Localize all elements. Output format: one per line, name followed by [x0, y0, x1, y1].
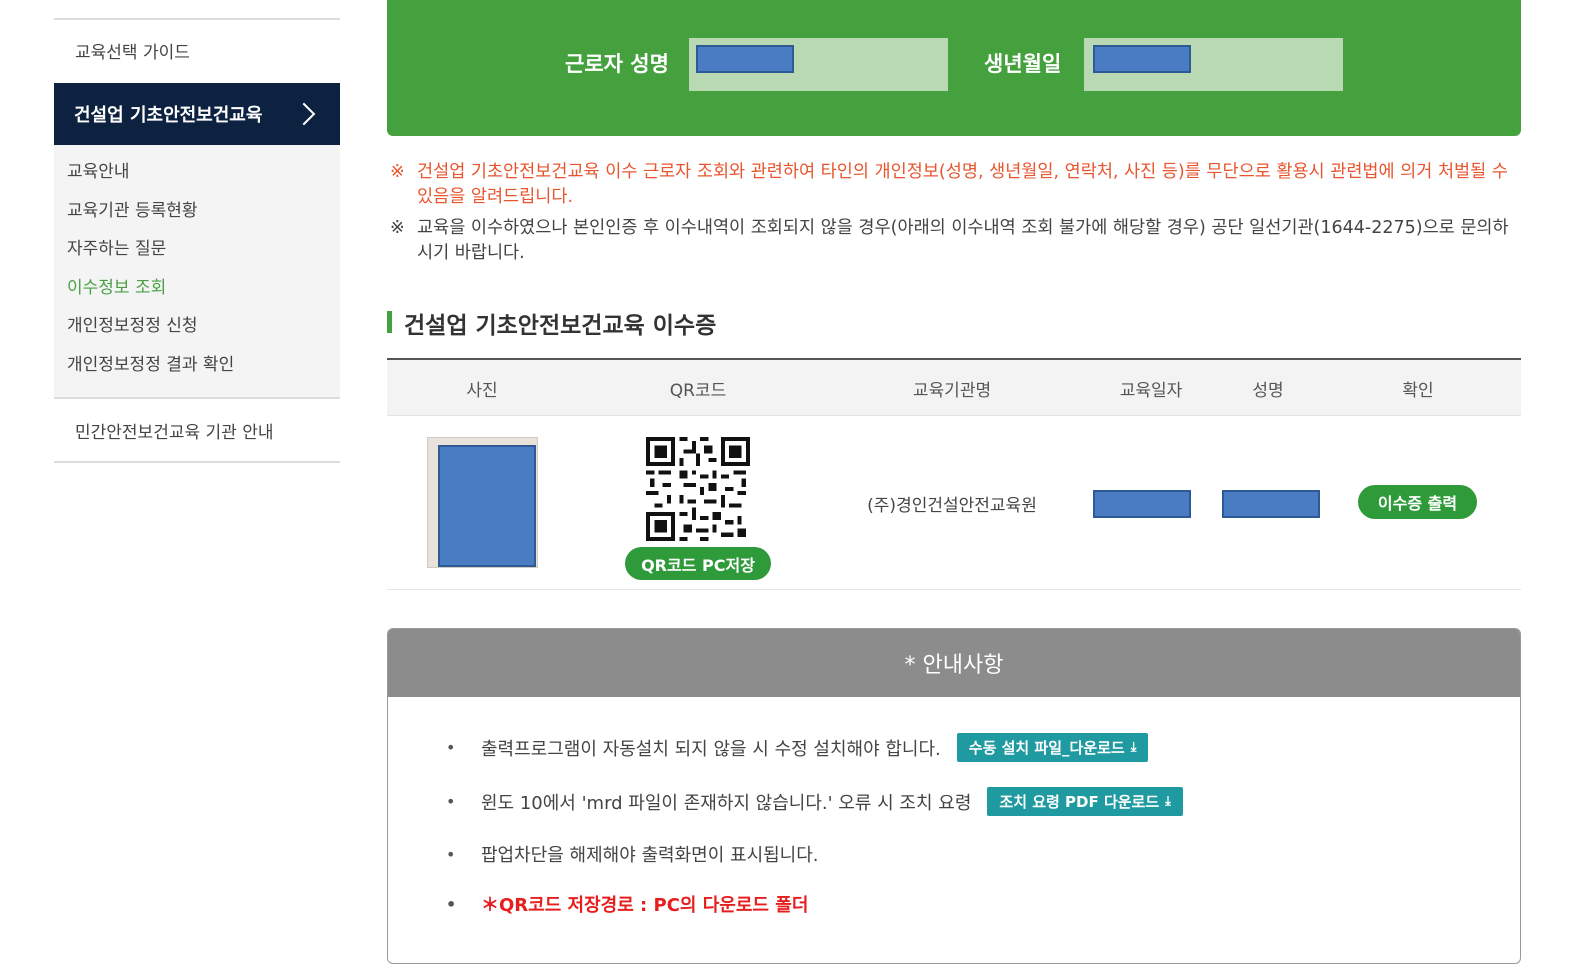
col-header-date: 교육일자 — [1119, 381, 1183, 401]
col-header-name: 성명 — [1252, 381, 1284, 401]
sidebar-item-correction-request[interactable]: 개인정보정정 신청 — [67, 313, 340, 352]
reference-mark: ※ — [390, 218, 405, 238]
inquiry-notice: ※ 교육을 이수하였으나 본인인증 후 이수내역이 조회되지 않을 경우(아래의… — [390, 216, 1520, 266]
bullet: • — [446, 844, 456, 864]
sidebar-submenu: 교육안내 교육기관 등록현황 자주하는 질문 이수정보 조회 개인정보정정 신청… — [54, 145, 340, 397]
download-icon: ⤓ — [1130, 740, 1137, 755]
reference-mark: ※ — [390, 162, 405, 182]
download-icon: ⤓ — [1165, 794, 1171, 809]
inquiry-notice-text: 교육을 이수하였으나 본인인증 후 이수내역이 조회되지 않을 경우(아래의 이… — [417, 218, 1509, 263]
redaction-box — [438, 445, 536, 567]
manual-install-download-button[interactable]: 수동 설치 파일_다운로드 ⤓ — [956, 733, 1149, 762]
guide-pdf-download-button[interactable]: 조치 요령 PDF 다운로드 ⤓ — [987, 787, 1183, 816]
redaction-box — [1093, 45, 1191, 73]
divider — [54, 18, 340, 20]
notice-item-highlight: • ＊QR코드 저장경로 : PC의 다운로드 폴더 — [446, 891, 809, 917]
col-header-org: 교육기관명 — [912, 381, 992, 401]
redaction-box — [1093, 490, 1191, 518]
notice-item-text: 팝업차단을 해제해야 출력화면이 표시됩니다. — [481, 845, 819, 866]
chevron-right-icon — [292, 102, 316, 126]
qr-save-button[interactable]: QR코드 PC저장 — [625, 547, 771, 580]
bullet: • — [446, 792, 456, 811]
education-org-name: (주)경인건설안전교육원 — [867, 496, 1037, 516]
section-title-bar — [387, 311, 392, 333]
birthdate-field[interactable] — [1084, 38, 1343, 91]
divider — [54, 461, 340, 463]
divider — [54, 397, 340, 399]
notice-item-text: 출력프로그램이 자동설치 되지 않을 시 수정 설치해야 합니다. — [481, 738, 941, 760]
sidebar-active-label: 건설업 기초안전보건교육 — [74, 105, 263, 126]
notice-item: • 윈도 10에서 'mrd 파일이 존재하지 않습니다.' 오류 시 조치 요… — [446, 787, 1183, 816]
birthdate-label: 생년월일 — [984, 52, 1062, 76]
guide-pdf-download-label: 조치 요령 PDF 다운로드 — [999, 793, 1160, 811]
qr-save-path-text: ＊QR코드 저장경로 : PC의 다운로드 폴더 — [481, 895, 809, 916]
col-header-photo: 사진 — [466, 381, 498, 401]
sidebar-item-active[interactable]: 건설업 기초안전보건교육 — [54, 83, 340, 145]
worker-name-label: 근로자 성명 — [565, 52, 669, 76]
qr-code-image — [646, 437, 750, 541]
redaction-box — [696, 45, 794, 73]
sidebar-link-guide[interactable]: 교육선택 가이드 — [75, 38, 190, 63]
notice-item-text: 윈도 10에서 'mrd 파일이 존재하지 않습니다.' 오류 시 조치 요령 — [481, 792, 972, 814]
table-bottom-border — [387, 589, 1521, 590]
search-panel: 근로자 성명 생년월일 — [387, 0, 1521, 136]
bullet: • — [446, 738, 456, 757]
notice-box-title: * 안내사항 — [388, 629, 1520, 697]
notice-item: • 팝업차단을 해제해야 출력화면이 표시됩니다. — [446, 841, 819, 867]
worker-photo — [427, 437, 538, 568]
print-certificate-button[interactable]: 이수증 출력 — [1358, 485, 1477, 519]
worker-name-field[interactable] — [689, 38, 948, 91]
col-header-qr: QR코드 — [669, 381, 727, 401]
col-header-confirm: 확인 — [1402, 381, 1434, 401]
sidebar-item-faq[interactable]: 자주하는 질문 — [67, 236, 340, 275]
redaction-box — [1222, 490, 1320, 518]
notice-item: • 출력프로그램이 자동설치 되지 않을 시 수정 설치해야 합니다. 수동 설… — [446, 733, 1149, 762]
sidebar-item-institutions[interactable]: 교육기관 등록현황 — [67, 198, 340, 237]
section-title: 건설업 기초안전보건교육 이수증 — [404, 313, 717, 339]
notice-box: * 안내사항 • 출력프로그램이 자동설치 되지 않을 시 수정 설치해야 합니… — [387, 628, 1521, 964]
privacy-notice: ※ 건설업 기초안전보건교육 이수 근로자 조회와 관련하여 타인의 개인정보(… — [390, 160, 1520, 210]
sidebar-item-edu-info[interactable]: 교육안내 — [67, 159, 340, 198]
privacy-notice-text: 건설업 기초안전보건교육 이수 근로자 조회와 관련하여 타인의 개인정보(성명… — [417, 162, 1508, 207]
sidebar-item-completion-lookup[interactable]: 이수정보 조회 — [67, 275, 340, 314]
sidebar-item-correction-result[interactable]: 개인정보정정 결과 확인 — [67, 352, 340, 391]
manual-install-download-label: 수동 설치 파일_다운로드 — [968, 739, 1125, 757]
sidebar-link-private-institutions[interactable]: 민간안전보건교육 기관 안내 — [75, 418, 274, 443]
bullet: • — [446, 894, 457, 914]
